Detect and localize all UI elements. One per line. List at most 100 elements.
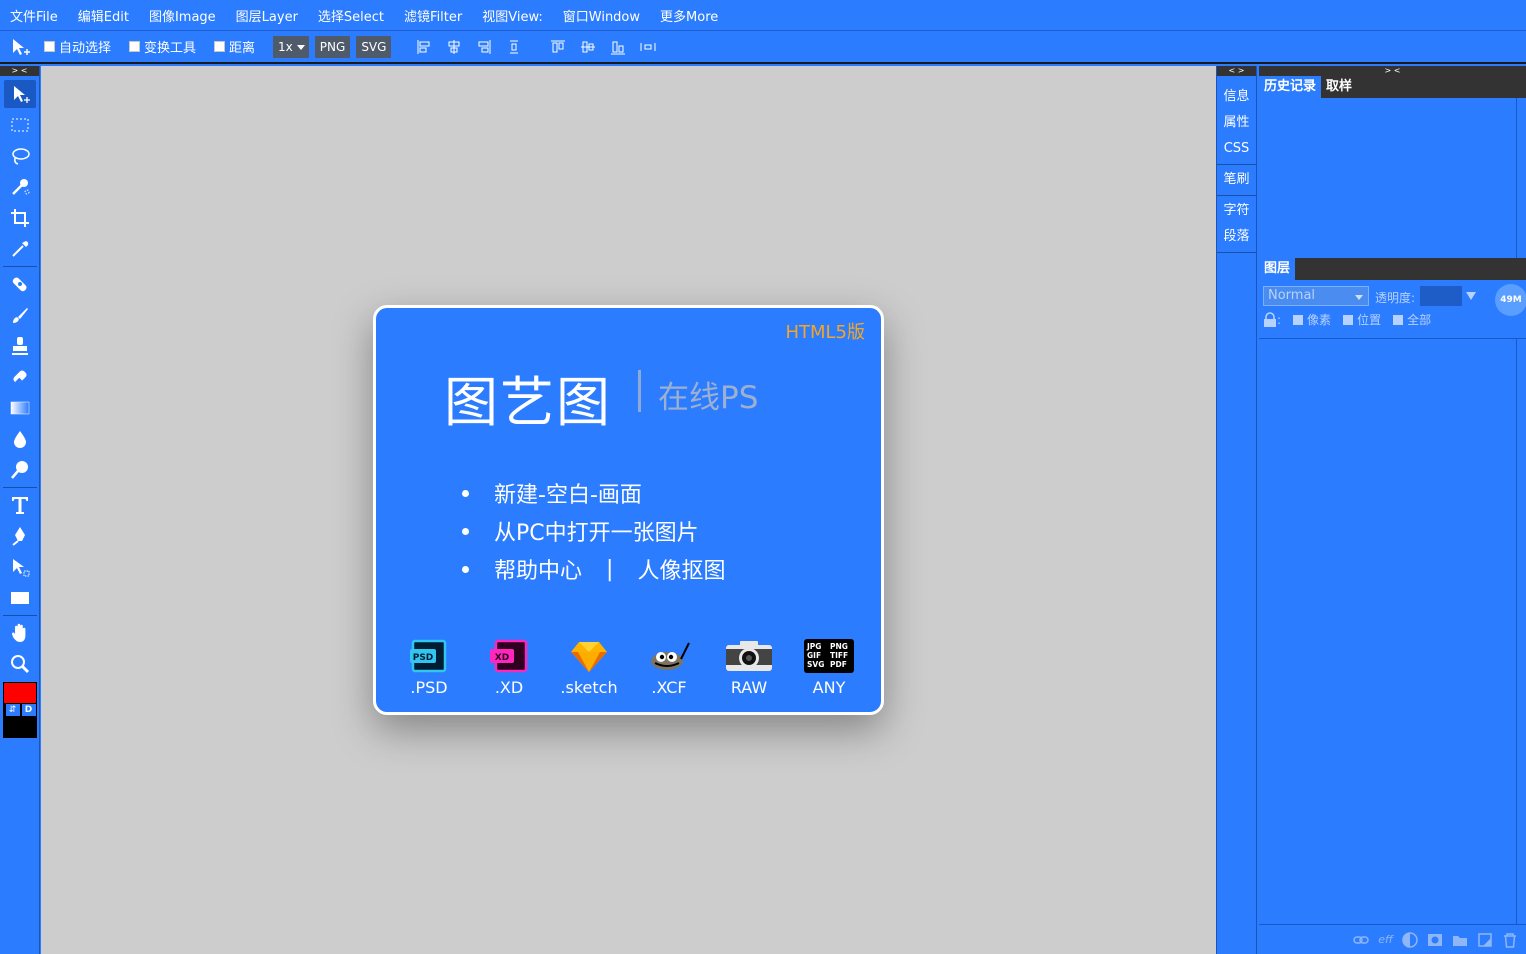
blend-mode-value: Normal: [1268, 288, 1316, 303]
portrait-cutout-link[interactable]: 人像抠图: [637, 553, 725, 585]
format-any[interactable]: JPG PNG GIF TIFF SVG PDF ANY: [794, 638, 864, 697]
tool-gradient[interactable]: [4, 394, 36, 422]
panels-collapse-toggle[interactable]: > <: [1259, 66, 1526, 76]
menu-view[interactable]: 视图View:: [482, 6, 543, 25]
tool-brush[interactable]: [4, 301, 36, 329]
history-scrollbar[interactable]: [1516, 98, 1524, 258]
distribute-v-icon[interactable]: [499, 36, 529, 58]
format-sketch[interactable]: .sketch: [554, 638, 624, 697]
opacity-input[interactable]: [1420, 286, 1462, 306]
tool-blur[interactable]: [4, 425, 36, 453]
tool-crop[interactable]: [4, 204, 36, 232]
path-select-icon: [12, 559, 29, 577]
swap-colors-icon[interactable]: ⇵: [5, 704, 20, 716]
bullet: [462, 565, 469, 573]
chevron-down-icon: [296, 44, 305, 50]
menu-window[interactable]: 窗口Window: [563, 6, 640, 25]
align-top-icon[interactable]: [543, 36, 573, 58]
tool-pen[interactable]: [4, 522, 36, 550]
menu-file[interactable]: 文件File: [10, 6, 58, 25]
tool-text[interactable]: [4, 491, 36, 519]
tab-info[interactable]: 信息: [1217, 84, 1256, 110]
tool-zoom[interactable]: [4, 650, 36, 678]
layers-tabbar: 图层: [1259, 258, 1526, 280]
menu-filter[interactable]: 滤镜Filter: [404, 6, 462, 25]
distribute-h-icon[interactable]: [633, 36, 663, 58]
opacity-dropdown-icon[interactable]: [1466, 292, 1476, 300]
canvas-workspace[interactable]: HTML5版 图艺图 在线PS 新建-空白-画面 从PC中打开一张图片 帮助中心…: [41, 66, 1216, 954]
link-layers-icon[interactable]: [1353, 934, 1370, 946]
tab-character[interactable]: 字符: [1217, 198, 1256, 224]
lock-all-checkbox[interactable]: [1393, 314, 1404, 325]
tab-brushes[interactable]: 笔刷: [1217, 167, 1256, 193]
layers-controls: Normal 透明度: 49M : 像素 位置 全部: [1259, 280, 1526, 336]
tool-eyedropper[interactable]: [4, 235, 36, 263]
align-bottom-icon[interactable]: [603, 36, 633, 58]
trash-icon[interactable]: [1502, 932, 1518, 948]
export-svg-button[interactable]: SVG: [356, 35, 392, 58]
tool-lasso[interactable]: [4, 142, 36, 170]
tool-stamp[interactable]: [4, 332, 36, 360]
default-colors-icon[interactable]: D: [21, 704, 36, 716]
chevron-down-icon: [1355, 295, 1363, 300]
menu-more[interactable]: 更多More: [660, 6, 718, 25]
layer-effects-icon[interactable]: eff: [1378, 933, 1393, 946]
bullet: [462, 489, 469, 497]
help-center-link[interactable]: 帮助中心: [494, 553, 582, 585]
new-blank-link[interactable]: 新建-空白-画面: [494, 477, 642, 509]
tool-marquee[interactable]: [4, 111, 36, 139]
marquee-icon: [11, 118, 28, 132]
menu-edit[interactable]: 编辑Edit: [78, 6, 129, 25]
crop-icon: [10, 209, 29, 227]
tool-hand[interactable]: [4, 619, 36, 647]
tools-collapse-toggle[interactable]: > <: [0, 66, 39, 76]
side-tabs-toggle[interactable]: < >: [1217, 66, 1256, 76]
transform-tool-checkbox[interactable]: 变换工具: [129, 37, 196, 56]
tab-layers[interactable]: 图层: [1259, 258, 1296, 280]
tool-quick-select[interactable]: [4, 173, 36, 201]
blend-mode-select[interactable]: Normal: [1263, 286, 1369, 306]
auto-select-box[interactable]: [44, 41, 55, 52]
format-xcf[interactable]: .XCF: [634, 638, 704, 697]
lock-position-checkbox[interactable]: [1343, 314, 1354, 325]
tool-path-select[interactable]: [4, 553, 36, 581]
quick-select-icon: [11, 179, 29, 195]
menu-select[interactable]: 选择Select: [318, 6, 384, 25]
layers-scrollbar[interactable]: [1516, 339, 1524, 925]
any-icon-svg: SVG: [807, 660, 824, 669]
zoom-select[interactable]: 1x: [273, 35, 309, 58]
export-png-button[interactable]: PNG: [314, 35, 351, 58]
tool-shape[interactable]: [4, 584, 36, 612]
tool-dodge[interactable]: [4, 456, 36, 484]
format-raw[interactable]: RAW: [714, 638, 784, 697]
foreground-color-swatch[interactable]: [2, 682, 37, 704]
tab-properties[interactable]: 属性: [1217, 110, 1256, 136]
transform-tool-box[interactable]: [129, 41, 141, 52]
format-psd[interactable]: PSD .PSD: [394, 638, 464, 697]
tab-swatches[interactable]: 取样: [1321, 76, 1357, 98]
open-from-pc-link[interactable]: 从PC中打开一张图片: [494, 515, 699, 547]
brand-title: 图艺图: [444, 371, 612, 434]
tab-css[interactable]: CSS: [1217, 136, 1256, 162]
menu-layer[interactable]: 图层Layer: [236, 6, 298, 25]
tool-eraser[interactable]: [4, 363, 36, 391]
tool-move[interactable]: [3, 80, 36, 108]
folder-icon[interactable]: [1452, 933, 1468, 947]
memory-badge: 49M: [1495, 284, 1526, 316]
tab-paragraph[interactable]: 段落: [1217, 224, 1256, 250]
adjustment-layer-icon[interactable]: [1402, 931, 1418, 948]
lock-pixels-checkbox[interactable]: [1293, 314, 1304, 325]
format-xd[interactable]: XD .XD: [474, 638, 544, 697]
align-right-icon[interactable]: [469, 36, 499, 58]
align-middle-v-icon[interactable]: [573, 36, 603, 58]
auto-select-checkbox[interactable]: 自动选择: [44, 37, 111, 56]
align-left-icon[interactable]: [409, 36, 439, 58]
new-layer-icon[interactable]: [1477, 932, 1493, 948]
align-center-h-icon[interactable]: [439, 36, 469, 58]
menu-image[interactable]: 图像Image: [149, 6, 216, 25]
layer-mask-icon[interactable]: [1427, 933, 1443, 947]
tool-healing[interactable]: [4, 270, 36, 298]
tab-history[interactable]: 历史记录: [1259, 76, 1322, 98]
distance-checkbox[interactable]: 距离: [214, 37, 255, 56]
distance-box[interactable]: [214, 41, 226, 52]
